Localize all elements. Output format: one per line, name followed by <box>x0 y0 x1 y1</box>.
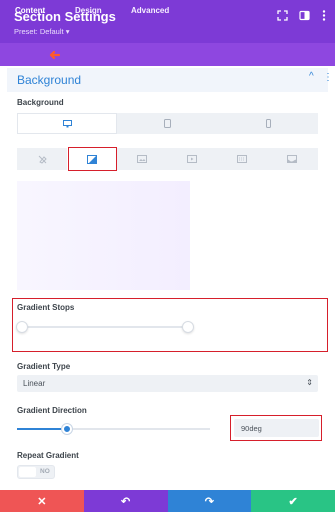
section-title: Background <box>17 73 82 87</box>
select-arrows-icon: ⇕ <box>306 378 313 387</box>
tab-design[interactable]: Design <box>75 6 102 15</box>
tab-advanced[interactable]: Advanced <box>131 6 169 15</box>
redo-button[interactable]: ↷ <box>167 490 252 512</box>
phone-icon[interactable] <box>218 113 318 134</box>
action-bar: ✕ ↶ ↷ ✔ <box>0 490 335 512</box>
toggle-state: NO <box>40 468 50 475</box>
discard-button[interactable]: ✕ <box>0 490 84 512</box>
image-icon[interactable] <box>117 148 167 170</box>
pattern-icon[interactable] <box>217 148 267 170</box>
gradient-direction-label: Gradient Direction <box>17 406 87 415</box>
device-tabs <box>17 113 318 134</box>
expand-icon[interactable] <box>276 9 288 21</box>
undo-button[interactable]: ↶ <box>83 490 168 512</box>
preset-dropdown[interactable]: Preset: Default ▾ <box>14 27 69 36</box>
highlight-gradient-stops <box>12 298 328 352</box>
highlight-direction-input <box>230 415 322 441</box>
background-label: Background <box>17 98 64 107</box>
direction-slider-fill <box>17 428 66 430</box>
tab-content[interactable]: Content <box>15 6 45 15</box>
repeat-gradient-label: Repeat Gradient <box>17 451 79 460</box>
more-vertical-icon[interactable]: ⋮ <box>323 72 333 83</box>
repeat-gradient-toggle[interactable]: NO <box>17 465 55 479</box>
save-button[interactable]: ✔ <box>251 490 335 512</box>
video-icon[interactable] <box>167 148 217 170</box>
arrow-pointer-icon <box>49 50 60 60</box>
tablet-icon[interactable] <box>117 113 217 134</box>
gradient-type-select[interactable]: Linear ⇕ <box>17 375 318 392</box>
desktop-icon[interactable] <box>17 113 117 134</box>
more-vertical-icon[interactable] <box>318 9 330 21</box>
gradient-preview <box>17 181 190 290</box>
highlight-gradient-tab <box>68 147 117 171</box>
chevron-up-icon[interactable]: ^ <box>309 71 314 82</box>
no-color-icon[interactable] <box>17 148 67 170</box>
toggle-knob <box>19 467 36 477</box>
gradient-type-value: Linear <box>23 379 46 388</box>
mask-icon[interactable] <box>267 148 317 170</box>
gradient-type-label: Gradient Type <box>17 362 71 371</box>
layout-icon[interactable] <box>298 9 310 21</box>
background-type-tabs <box>17 148 318 170</box>
direction-slider-handle[interactable] <box>62 424 72 434</box>
